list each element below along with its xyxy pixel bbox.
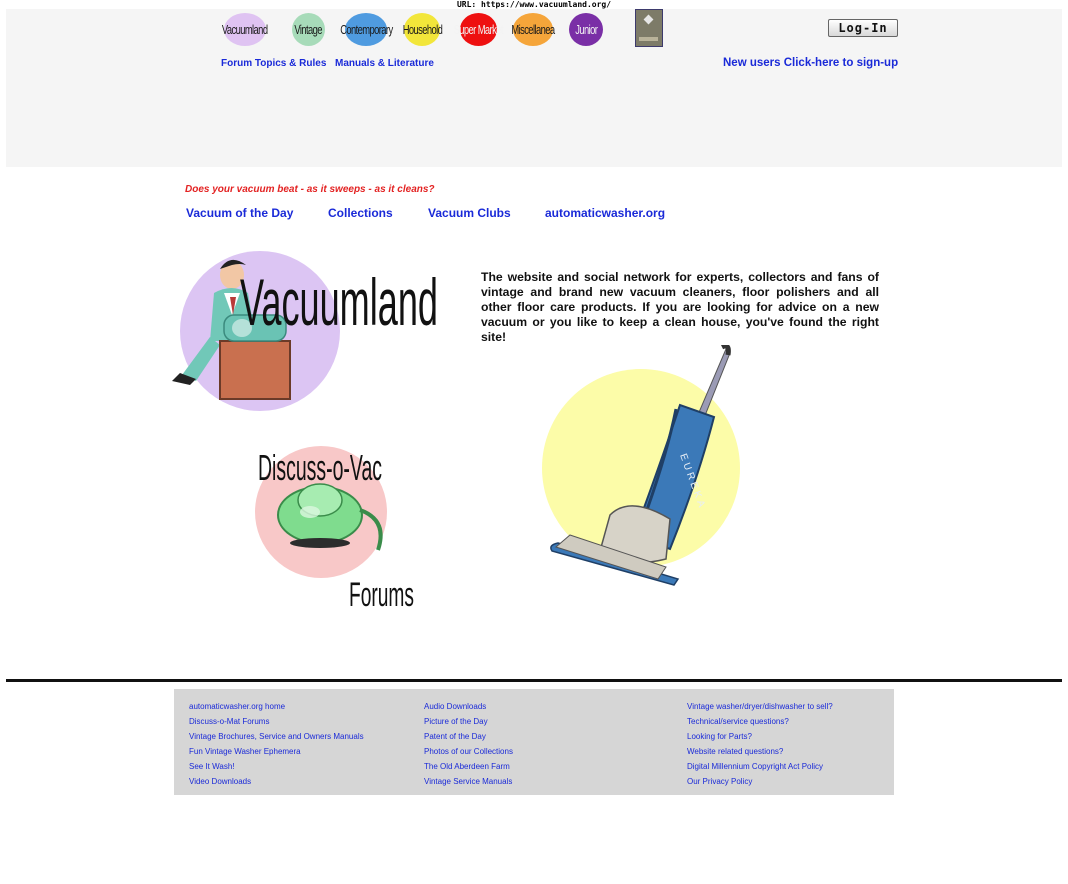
category-label: Junior [574, 22, 598, 37]
footer-link[interactable]: Discuss-o-Mat Forums [189, 714, 364, 729]
footer-divider [6, 679, 1062, 682]
login-button[interactable]: Log-In [828, 19, 898, 37]
category-label: Household [402, 22, 442, 37]
url-bar: URL: https://www.vacuumland.org/ [456, 0, 612, 9]
footer-link[interactable]: Fun Vintage Washer Ephemera [189, 744, 364, 759]
footer-link[interactable]: Our Privacy Policy [687, 774, 833, 789]
footer-link[interactable]: Audio Downloads [424, 699, 513, 714]
footer-link[interactable]: Vintage Brochures, Service and Owners Ma… [189, 729, 364, 744]
tagline: Does your vacuum beat - as it sweeps - a… [185, 184, 435, 195]
discuss-o-vac-title: Discuss-o-Vac [258, 447, 382, 488]
category-label: Contemporary [339, 22, 393, 37]
footer-link[interactable]: Vintage Service Manuals [424, 774, 513, 789]
discuss-o-vac-subtitle: Forums [349, 576, 414, 612]
category-vintage[interactable]: Vintage [292, 13, 325, 46]
footer-link[interactable]: Picture of the Day [424, 714, 513, 729]
footer-column-3: Vintage washer/dryer/dishwasher to sell?… [687, 699, 833, 789]
vacuumland-logo[interactable]: Vacuumland [170, 245, 445, 415]
footer-column-1: automaticwasher.org home Discuss-o-Mat F… [189, 699, 364, 789]
footer-links-panel: automaticwasher.org home Discuss-o-Mat F… [174, 689, 894, 795]
category-label: Super Market [453, 22, 504, 37]
footer-link[interactable]: Looking for Parts? [687, 729, 833, 744]
footer-link[interactable]: Photos of our Collections [424, 744, 513, 759]
footer-link[interactable]: Digital Millennium Copyright Act Policy [687, 759, 833, 774]
category-label: Vacuumland [222, 22, 268, 37]
eureka-vacuum-image: EUREKA [542, 345, 740, 586]
category-vacuumland[interactable]: Vacuumland [222, 13, 268, 46]
footer-link[interactable]: Website related questions? [687, 744, 833, 759]
category-label: Miscellanea [511, 22, 555, 37]
footer-column-2: Audio Downloads Picture of the Day Paten… [424, 699, 513, 789]
manuals-link[interactable]: Manuals & Literature [335, 58, 434, 69]
footer-link[interactable]: See It Wash! [189, 759, 364, 774]
nav-vacuum-of-the-day[interactable]: Vacuum of the Day [186, 206, 293, 220]
footer-link[interactable]: Technical/service questions? [687, 714, 833, 729]
footer-link[interactable]: The Old Aberdeen Farm [424, 759, 513, 774]
category-contemporary[interactable]: Contemporary [340, 13, 393, 46]
nav-collections[interactable]: Collections [328, 206, 393, 220]
discuss-o-vac-logo[interactable]: Discuss-o-Vac Forums [250, 440, 420, 612]
nav-automaticwasher[interactable]: automaticwasher.org [545, 206, 665, 220]
vacuumland-logo-text: Vacuumland [240, 265, 438, 339]
forum-topics-link[interactable]: Forum Topics & Rules [221, 58, 326, 69]
footer-link[interactable]: Vintage washer/dryer/dishwasher to sell? [687, 699, 833, 714]
manual-book-icon[interactable] [635, 9, 663, 47]
nav-vacuum-clubs[interactable]: Vacuum Clubs [428, 206, 511, 220]
category-super-market[interactable]: Super Market [454, 13, 504, 46]
footer-link[interactable]: Video Downloads [189, 774, 364, 789]
category-miscellanea[interactable]: Miscellanea [511, 13, 555, 46]
category-label: Vintage [294, 22, 323, 37]
intro-paragraph: The website and social network for exper… [481, 270, 879, 344]
footer-link[interactable]: automaticwasher.org home [189, 699, 364, 714]
signup-link[interactable]: New users Click-here to sign-up [723, 57, 898, 69]
footer-link[interactable]: Patent of the Day [424, 729, 513, 744]
category-junior[interactable]: Junior [569, 13, 603, 46]
category-household[interactable]: Household [402, 13, 442, 46]
